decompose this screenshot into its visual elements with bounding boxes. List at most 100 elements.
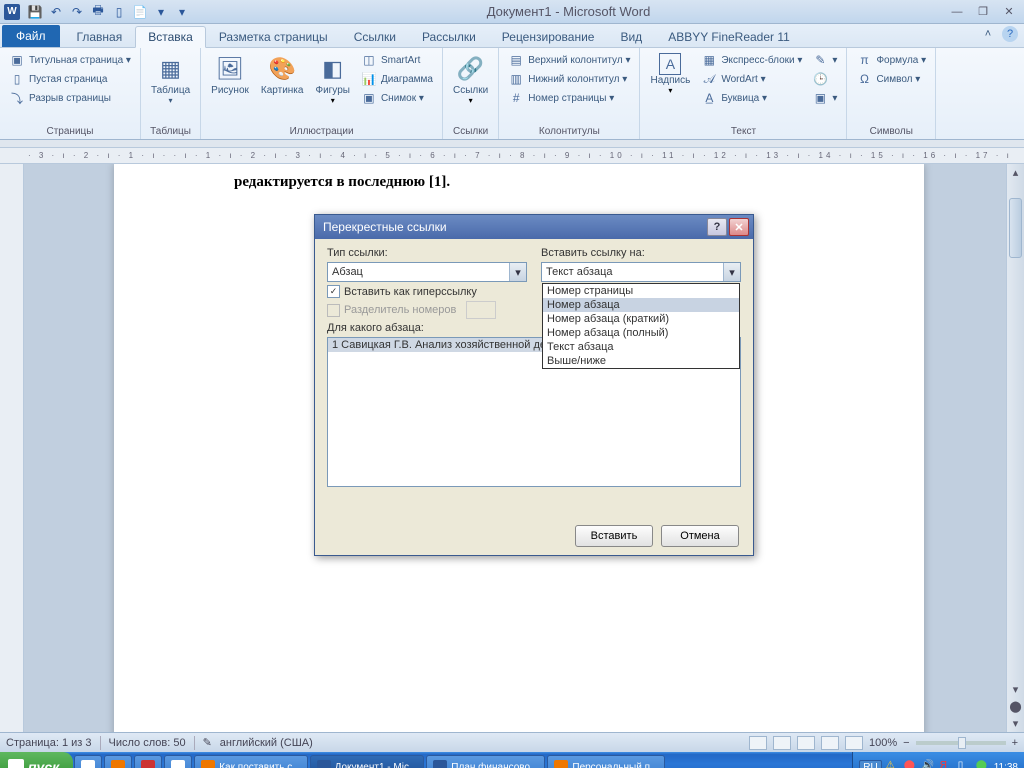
clock[interactable]: 11:38 [994,762,1018,768]
view-reading-icon[interactable] [773,736,791,750]
tray-icon[interactable]: Я [940,760,954,768]
chevron-down-icon[interactable]: ▾ [509,263,526,281]
scroll-up-icon[interactable]: ▴ [1007,164,1024,181]
chart-button[interactable]: 📊Диаграмма [358,70,436,88]
prev-page-icon[interactable]: ⬤ [1007,698,1024,715]
quick-launch-item[interactable] [164,755,192,768]
scroll-thumb[interactable] [1009,198,1022,258]
insert-as-hyperlink-row[interactable]: ✓ Вставить как гиперссылку [327,285,527,298]
task-item[interactable]: Как поставить с... [194,755,307,768]
page-break-button[interactable]: ⤵Разрыв страницы [6,89,134,107]
tab-mailings[interactable]: Рассылки [409,25,489,47]
dropcap-button[interactable]: A̲Буквица ▾ [698,89,805,107]
picture-button[interactable]: 🖼Рисунок [207,51,253,98]
quick-launch-item[interactable] [104,755,132,768]
dropdown-item[interactable]: Номер абзаца (полный) [543,326,739,340]
blank-page-button[interactable]: ▯Пустая страница [6,70,134,88]
tray-icon[interactable]: 🔊 [922,760,936,768]
minimize-button[interactable]: — [946,4,968,20]
dialog-close-button[interactable]: ✕ [729,218,749,236]
dropdown-item[interactable]: Выше/ниже [543,354,739,368]
vertical-scrollbar[interactable]: ▴ ▾ ⬤ ▾ [1006,164,1024,732]
qat-open-icon[interactable]: 📄 [131,3,149,21]
qat-print-icon[interactable]: 🖶 [89,3,107,21]
qat-redo-icon[interactable]: ↷ [68,3,86,21]
tab-review[interactable]: Рецензирование [489,25,608,47]
wordart-button[interactable]: 𝒜WordArt ▾ [698,70,805,88]
tab-view[interactable]: Вид [607,25,655,47]
minimize-ribbon-icon[interactable]: ˄ [980,26,996,42]
footer-button[interactable]: ▥Нижний колонтитул ▾ [505,70,633,88]
view-web-icon[interactable] [797,736,815,750]
tab-insert[interactable]: Вставка [135,26,206,48]
restore-button[interactable]: ❐ [972,4,994,20]
language-indicator[interactable]: RU [859,760,881,768]
qat-more-icon[interactable]: ▾ [152,3,170,21]
object-button[interactable]: ▣▾ [809,89,840,107]
horizontal-ruler[interactable]: · 3 · ı · 2 · ı · 1 · ı · · ı · 1 · ı · … [0,148,1024,164]
tab-references[interactable]: Ссылки [341,25,409,47]
tab-layout[interactable]: Разметка страницы [206,25,341,47]
vertical-ruler[interactable] [0,164,24,732]
tray-icon[interactable]: ⬤ [976,760,990,768]
dialog-help-button[interactable]: ? [707,218,727,236]
table-button[interactable]: ▦Таблица▾ [147,51,194,107]
tab-file[interactable]: Файл [2,25,60,47]
tab-abbyy[interactable]: ABBYY FineReader 11 [655,25,803,47]
qat-save-icon[interactable]: 💾 [26,3,44,21]
textbox-button[interactable]: AНадпись▾ [646,51,694,97]
shapes-button[interactable]: ◧Фигуры▾ [311,51,353,107]
status-words[interactable]: Число слов: 50 [109,737,186,749]
cancel-button[interactable]: Отмена [661,525,739,547]
view-draft-icon[interactable] [845,736,863,750]
task-item[interactable]: Персональный п... [547,755,665,768]
qat-new-icon[interactable]: ▯ [110,3,128,21]
formula-button[interactable]: πФормула ▾ [853,51,929,69]
header-button[interactable]: ▤Верхний колонтитул ▾ [505,51,633,69]
tray-icon[interactable]: ▯ [958,760,972,768]
screenshot-button[interactable]: ▣Снимок ▾ [358,89,436,107]
task-item[interactable]: План финансово... [426,755,545,768]
status-language[interactable]: английский (США) [220,737,313,749]
view-print-layout-icon[interactable] [749,736,767,750]
status-proofing-icon[interactable]: ✎ [203,736,212,749]
smartart-button[interactable]: ◫SmartArt [358,51,436,69]
date-time-button[interactable]: 🕒 [809,70,840,88]
scroll-down-icon[interactable]: ▾ [1007,681,1024,698]
pagenum-button[interactable]: #Номер страницы ▾ [505,89,633,107]
links-button[interactable]: 🔗Ссылки▾ [449,51,492,107]
signature-line-button[interactable]: ✎▾ [809,51,840,69]
dropdown-item[interactable]: Текст абзаца [543,340,739,354]
dialog-titlebar[interactable]: Перекрестные ссылки ? ✕ [315,215,753,239]
chevron-down-icon[interactable]: ▾ [723,263,740,281]
qat-undo-icon[interactable]: ↶ [47,3,65,21]
quick-launch-item[interactable] [74,755,102,768]
view-outline-icon[interactable] [821,736,839,750]
zoom-slider[interactable] [916,741,1006,745]
clipart-button[interactable]: 🎨Картинка [257,51,308,98]
zoom-thumb[interactable] [958,737,966,749]
status-page[interactable]: Страница: 1 из 3 [6,737,92,749]
insert-reference-to-combo[interactable]: Текст абзаца ▾ Номер страницы Номер абза… [541,262,741,282]
dropdown-item[interactable]: Номер абзаца [543,298,739,312]
symbol-button[interactable]: ΩСимвол ▾ [853,70,929,88]
hyperlink-checkbox[interactable]: ✓ [327,285,340,298]
tab-home[interactable]: Главная [64,25,136,47]
start-button[interactable]: пуск [0,752,73,768]
close-button[interactable]: ✕ [998,4,1020,20]
next-page-icon[interactable]: ▾ [1007,715,1024,732]
zoom-in-button[interactable]: + [1012,737,1018,749]
dropdown-item[interactable]: Номер страницы [543,284,739,298]
quick-launch-item[interactable] [134,755,162,768]
dropdown-item[interactable]: Номер абзаца (краткий) [543,312,739,326]
reference-type-combo[interactable]: Абзац ▾ [327,262,527,282]
cover-page-button[interactable]: ▣Титульная страница ▾ [6,51,134,69]
zoom-out-button[interactable]: − [903,737,909,749]
qat-more2-icon[interactable]: ▾ [173,3,191,21]
tray-icon[interactable]: ⬤ [904,760,918,768]
tray-icon[interactable]: ⚠ [886,760,900,768]
insert-button[interactable]: Вставить [575,525,653,547]
task-item[interactable]: Документ1 - Mic... [310,755,425,768]
help-icon[interactable]: ? [1002,26,1018,42]
zoom-level[interactable]: 100% [869,737,897,749]
